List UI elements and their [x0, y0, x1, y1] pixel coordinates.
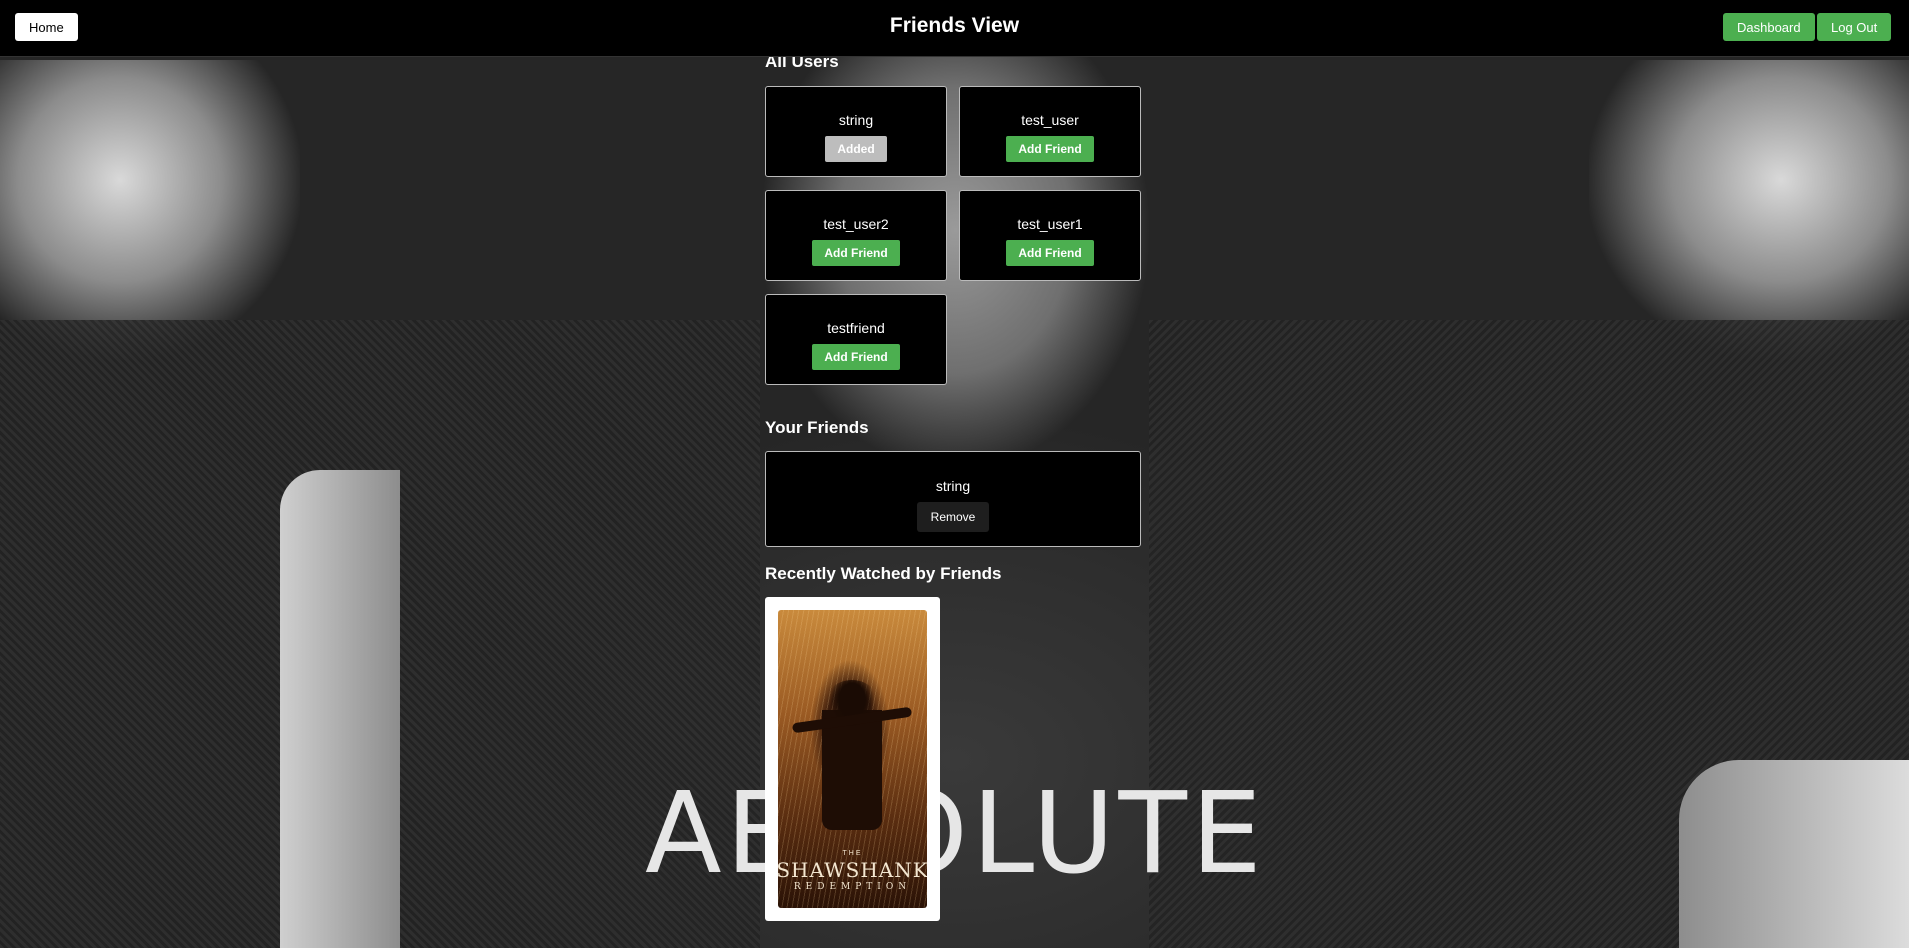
movie-card[interactable]: THE SHAWSHANK REDEMPTION	[765, 597, 940, 921]
add-friend-button[interactable]: Add Friend	[1006, 240, 1094, 266]
background-right-hand	[1589, 60, 1909, 360]
add-friend-button[interactable]: Add Friend	[812, 240, 900, 266]
poster-title-prefix: THE	[842, 850, 863, 857]
movie-poster[interactable]: THE SHAWSHANK REDEMPTION	[778, 610, 927, 908]
background-chair-left	[280, 470, 400, 948]
recently-watched-title: Recently Watched by Friends	[765, 564, 1002, 583]
friend-name: string	[935, 478, 971, 494]
background-text: ABSOLUTE	[645, 769, 1266, 899]
remove-friend-button[interactable]: Remove	[916, 502, 990, 532]
poster-title: SHAWSHANK	[778, 858, 927, 882]
user-card: test_user1 Add Friend	[959, 190, 1141, 281]
background-chair-right	[1679, 760, 1909, 948]
background-left-hand	[0, 60, 300, 360]
poster-subtitle: REDEMPTION	[793, 882, 912, 892]
user-name: test_user1	[1017, 216, 1083, 232]
user-card: test_user2 Add Friend	[765, 190, 947, 281]
add-friend-button[interactable]: Add Friend	[1006, 136, 1094, 162]
user-name: test_user2	[823, 216, 889, 232]
page-title: Friends View	[889, 14, 1020, 37]
top-navbar: Home Friends View Dashboard Log Out	[0, 0, 1909, 57]
user-card: string Added	[765, 86, 947, 177]
poster-figure	[822, 680, 882, 830]
added-button[interactable]: Added	[825, 136, 887, 162]
your-friends-title: Your Friends	[765, 418, 869, 437]
dashboard-button[interactable]: Dashboard	[1723, 13, 1815, 41]
user-name: testfriend	[827, 320, 885, 336]
user-name: test_user	[1021, 112, 1079, 128]
logout-button[interactable]: Log Out	[1817, 13, 1892, 41]
friend-card: string Remove	[765, 451, 1141, 547]
user-card: testfriend Add Friend	[765, 294, 947, 385]
add-friend-button[interactable]: Add Friend	[812, 344, 900, 370]
user-name: string	[838, 112, 874, 128]
user-card: test_user Add Friend	[959, 86, 1141, 177]
